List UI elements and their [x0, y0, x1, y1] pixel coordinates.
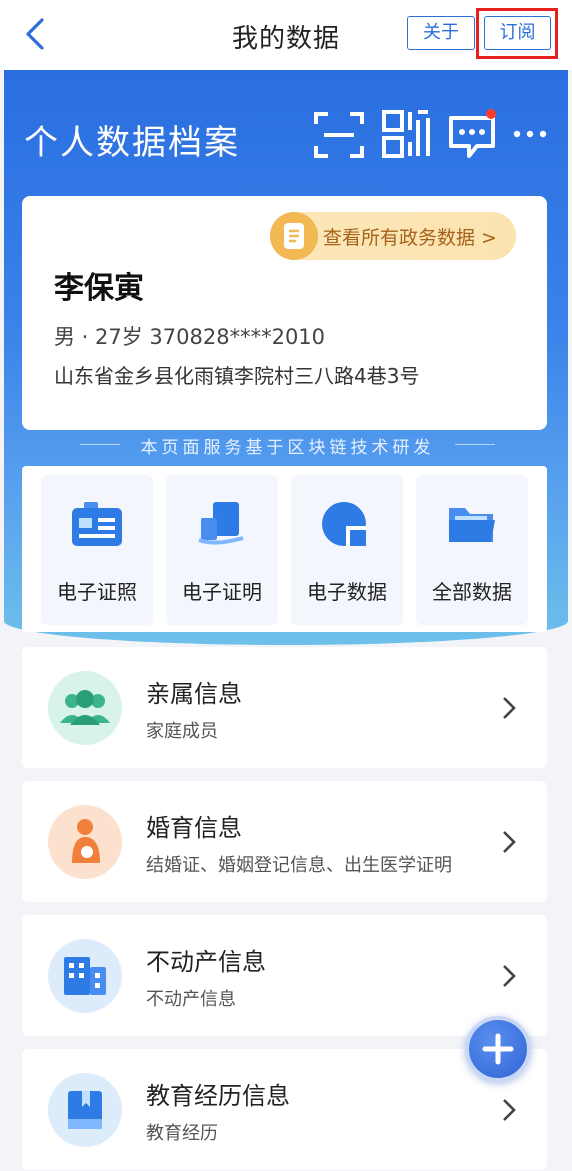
- list-item-subtitle: 教育经历: [146, 1123, 218, 1144]
- certificate-icon: [198, 502, 244, 545]
- list-item-title: 婚育信息: [146, 814, 242, 842]
- building-icon: [48, 939, 122, 1013]
- chevron-right-icon: [503, 965, 516, 987]
- list-item-marriage[interactable]: 婚育信息 结婚证、婚姻登记信息、出生医学证明: [22, 781, 547, 902]
- hero-title: 个人数据档案: [24, 123, 240, 163]
- message-icon[interactable]: [447, 108, 499, 162]
- list-item-title: 教育经历信息: [146, 1082, 290, 1110]
- tile-label: 电子数据: [307, 580, 387, 604]
- list-item-title: 亲属信息: [146, 680, 242, 708]
- data-chart-icon: [322, 502, 366, 546]
- list-item-real-estate[interactable]: 不动产信息 不动产信息: [22, 915, 547, 1036]
- user-meta: 男 · 27岁 370828****2010: [54, 325, 326, 349]
- add-floating-button[interactable]: [465, 1016, 531, 1082]
- list-item-subtitle: 家庭成员: [146, 721, 218, 742]
- family-icon: [48, 671, 122, 745]
- tile-label: 电子证明: [182, 580, 262, 604]
- top-nav-bar: 我的数据 关于 订阅: [0, 0, 572, 70]
- blockchain-note: 本页面服务基于区块链技术研发: [80, 433, 495, 458]
- pregnancy-icon: [48, 805, 122, 879]
- list-item-title: 不动产信息: [146, 948, 266, 976]
- plus-icon: [482, 1033, 514, 1065]
- document-icon: [270, 212, 318, 260]
- qrcode-icon[interactable]: [380, 108, 432, 162]
- list-item-subtitle: 不动产信息: [146, 989, 236, 1010]
- more-icon[interactable]: [512, 128, 548, 140]
- chevron-right-icon: [503, 1099, 516, 1121]
- list-item-relatives[interactable]: 亲属信息 家庭成员: [22, 647, 547, 768]
- scan-icon[interactable]: [312, 108, 366, 162]
- subscribe-button[interactable]: 订阅: [484, 16, 551, 50]
- user-address: 山东省金乡县化雨镇李院村三八路4巷3号: [54, 364, 420, 388]
- list-item-subtitle: 结婚证、婚姻登记信息、出生医学证明: [146, 855, 452, 876]
- tile-label: 电子证照: [57, 580, 137, 604]
- chevron-right-icon: [503, 697, 516, 719]
- book-icon: [48, 1073, 122, 1147]
- view-gov-data-label: 查看所有政务数据 >: [323, 227, 497, 249]
- user-name: 李保寅: [54, 271, 144, 306]
- folder-icon: [449, 508, 495, 542]
- chevron-right-icon: [503, 831, 516, 853]
- id-card-icon: [72, 502, 122, 546]
- tile-label: 全部数据: [432, 580, 512, 604]
- about-button[interactable]: 关于: [407, 16, 475, 50]
